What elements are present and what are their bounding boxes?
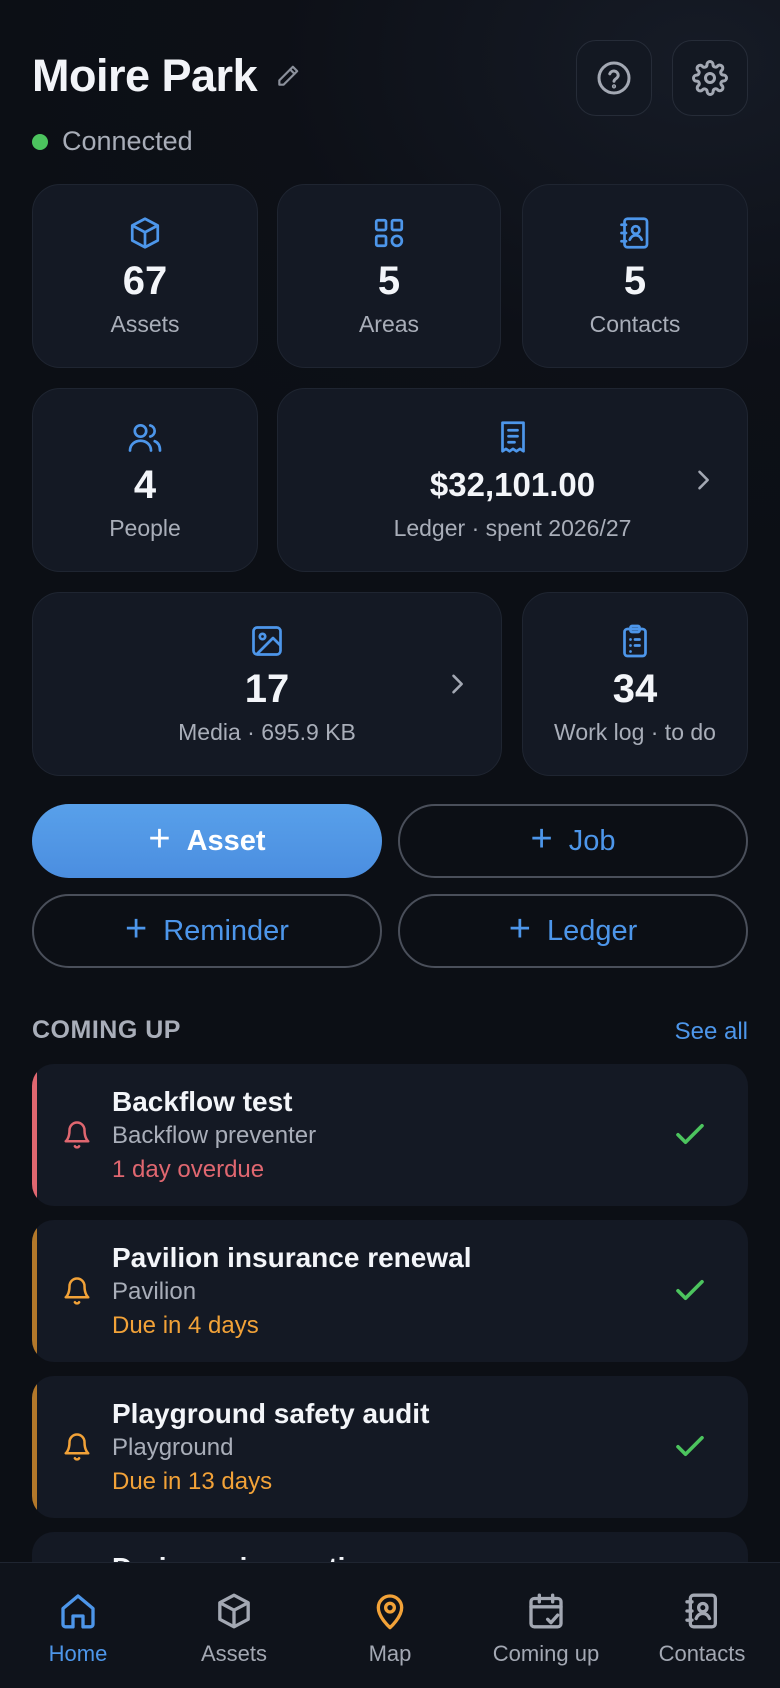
contacts-label: Contacts [589,310,681,337]
connection-status: Connected [32,126,748,157]
assets-label: Assets [110,310,180,337]
address-book-icon [685,1593,717,1629]
reminder-item[interactable]: Backflow test Backflow preventer 1 day o… [32,1064,748,1206]
worklog-label: Work log · to do [554,718,716,745]
media-label: Media · 695.9 KB [178,718,356,745]
plus-icon: + [530,818,553,860]
image-icon [252,625,282,656]
people-label: People [109,514,181,541]
ledger-amount: $32,101.00 [429,465,596,503]
cube-icon [130,216,160,249]
add-asset-label: Asset [186,824,266,857]
media-card[interactable]: 17 Media · 695.9 KB [32,592,502,776]
nav-assets[interactable]: Assets [156,1563,312,1688]
reminder-subtitle: Playground [112,1434,234,1461]
header: Moire Park Connected [32,40,748,156]
assets-card[interactable]: 67 Assets [32,184,258,368]
address-book-icon [620,216,649,249]
areas-count: 5 [377,258,401,303]
clipboard-icon [623,624,647,657]
status-dot [32,133,48,150]
reminder-subtitle: Backflow preventer [112,1122,317,1149]
nav-home[interactable]: Home [0,1563,156,1688]
ledger-card[interactable]: $32,101.00 Ledger · spent 2026/27 [277,388,748,572]
bell-icon [64,1121,90,1149]
worklog-card[interactable]: 34 Work log · to do [522,592,748,776]
plus-icon: + [508,908,531,950]
add-ledger-button[interactable]: + Ledger [398,894,748,968]
check-icon[interactable] [672,1116,708,1152]
add-ledger-label: Ledger [546,914,638,947]
help-icon [597,61,631,95]
app-root: Moire Park Connected 67 Assets 5 Areas 5… [0,0,780,1688]
reminder-status-bar [32,1376,37,1518]
add-job-label: Job [568,824,616,857]
see-all-link[interactable]: See all [675,1018,748,1046]
bell-icon [64,1277,90,1305]
people-count: 4 [133,462,157,507]
plus-icon: + [125,908,148,950]
calendar-check-icon [529,1593,563,1629]
settings-button[interactable] [672,40,748,116]
bottom-nav: Home Assets Map Coming up Contacts [0,1562,780,1688]
reminder-title: Pavilion insurance renewal [112,1242,472,1273]
bell-icon [64,1433,90,1461]
cube-icon [218,1593,250,1629]
map-pin-icon [376,1594,404,1630]
nav-map[interactable]: Map [312,1563,468,1688]
reminder-title: Backflow test [112,1086,293,1117]
contacts-card[interactable]: 5 Contacts [522,184,748,368]
check-icon[interactable] [672,1272,708,1308]
plus-icon: + [148,818,171,860]
help-button[interactable] [576,40,652,116]
nav-home-label: Home [48,1641,108,1666]
chevron-right-icon [698,470,709,490]
reminder-title: Playground safety audit [112,1398,430,1429]
add-asset-button[interactable]: + Asset [32,804,382,878]
areas-label: Areas [358,310,420,337]
worklog-count: 34 [612,666,658,711]
contacts-count: 5 [623,258,647,303]
coming-up-heading: COMING UP [32,1016,181,1044]
reminder-item[interactable]: Playground safety audit Playground Due i… [32,1376,748,1518]
add-job-button[interactable]: + Job [398,804,748,878]
reminder-status-bar [32,1220,37,1362]
reminder-status-bar [32,1064,37,1206]
nav-coming-up[interactable]: Coming up [468,1563,624,1688]
reminder-item[interactable]: Pavilion insurance renewal Pavilion Due … [32,1220,748,1362]
nav-contacts-label: Contacts [658,1641,746,1666]
reminder-due: Due in 13 days [112,1468,273,1495]
ledger-label: Ledger · spent 2026/27 [393,514,632,541]
site-title: Moire Park [32,50,258,101]
areas-card[interactable]: 5 Areas [277,184,501,368]
reminder-subtitle: Pavilion [112,1278,197,1305]
reminder-due: 1 day overdue [112,1156,265,1183]
gear-icon [692,60,728,96]
check-icon[interactable] [672,1428,708,1464]
assets-count: 67 [122,258,168,303]
reminder-due: Due in 4 days [112,1312,259,1339]
home-icon [61,1594,95,1629]
status-text: Connected [62,126,193,156]
chevron-right-icon [452,674,463,694]
media-count: 17 [244,666,290,711]
grid-icon [374,218,404,247]
receipt-icon [500,420,525,453]
nav-map-label: Map [368,1641,412,1666]
nav-assets-label: Assets [200,1641,268,1666]
nav-coming-up-label: Coming up [492,1641,600,1666]
nav-contacts[interactable]: Contacts [624,1563,780,1688]
add-reminder-label: Reminder [163,914,289,947]
edit-pencil-icon[interactable] [275,63,301,89]
add-reminder-button[interactable]: + Reminder [32,894,382,968]
people-card[interactable]: 4 People [32,388,258,572]
users-icon [128,423,162,452]
